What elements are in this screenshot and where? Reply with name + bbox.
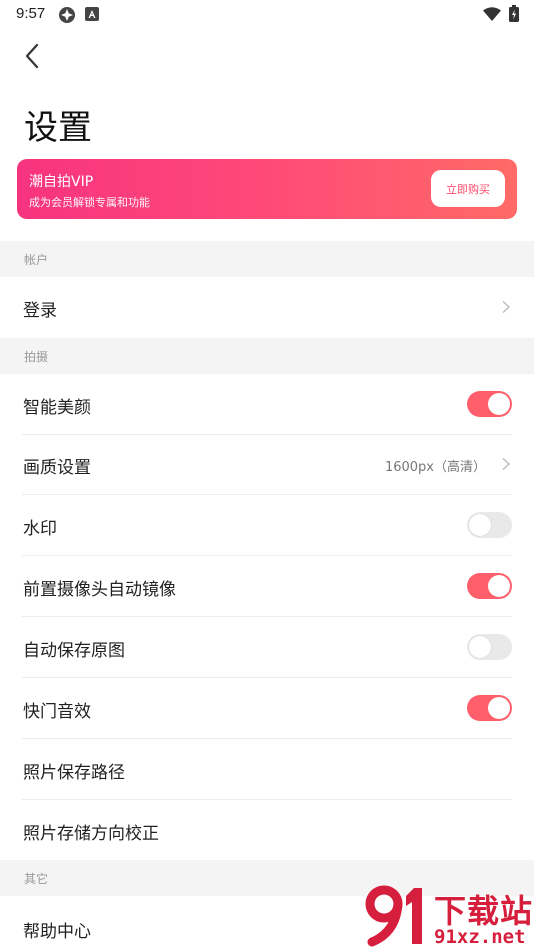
row-label: 前置摄像头自动镜像 — [23, 580, 176, 600]
settings-row-save-original[interactable]: 自动保存原图 — [0, 617, 534, 678]
settings-row-shutter-sound[interactable]: 快门音效 — [0, 678, 534, 739]
settings-row-front-mirror[interactable]: 前置摄像头自动镜像 — [0, 556, 534, 617]
vip-title: 潮自拍VIP — [29, 174, 94, 190]
chevron-right-icon — [502, 457, 511, 471]
vip-subtitle: 成为会员解锁专属和功能 — [29, 196, 150, 209]
battery-icon — [509, 5, 519, 27]
site-logo-icon — [365, 885, 422, 947]
settings-row-login[interactable]: 登录 — [0, 277, 534, 338]
chevron-right-icon — [502, 300, 511, 314]
section-header-shooting: 拍摄 — [0, 338, 534, 374]
row-label: 帮助中心 — [23, 922, 91, 942]
page-title: 设置 — [24, 108, 92, 148]
settings-app-icon — [58, 6, 76, 29]
site-watermark: 下载站 91xz.net — [362, 882, 534, 950]
row-label: 水印 — [23, 519, 57, 539]
watermark-url: 91xz.net — [434, 926, 526, 948]
smart-beauty-toggle[interactable] — [467, 391, 512, 417]
save-original-toggle[interactable] — [467, 634, 512, 660]
row-label: 照片保存路径 — [23, 763, 125, 783]
settings-row-save-path[interactable]: 照片保存路径 — [0, 739, 534, 800]
wifi-icon — [483, 7, 501, 26]
settings-row-watermark[interactable]: 水印 — [0, 495, 534, 556]
front-mirror-toggle[interactable] — [467, 573, 512, 599]
shutter-sound-toggle[interactable] — [467, 695, 512, 721]
settings-row-quality[interactable]: 画质设置 1600px（高清） — [0, 434, 534, 495]
vip-banner[interactable]: 潮自拍VIP 成为会员解锁专属和功能 立即购买 — [17, 159, 517, 219]
row-label: 登录 — [23, 301, 57, 321]
section-header-account: 帐户 — [0, 241, 534, 277]
settings-row-orientation-fix[interactable]: 照片存储方向校正 — [0, 800, 534, 861]
row-label: 自动保存原图 — [23, 641, 125, 661]
section-title: 其它 — [24, 872, 49, 886]
section-title: 拍摄 — [24, 350, 49, 364]
status-time: 9:57 — [16, 5, 46, 22]
row-label: 照片存储方向校正 — [23, 824, 159, 844]
chevron-left-icon — [25, 43, 39, 69]
back-button[interactable] — [14, 38, 50, 74]
row-label: 智能美颜 — [23, 398, 91, 418]
row-label: 快门音效 — [23, 702, 91, 722]
status-bar: 9:57 — [0, 0, 534, 28]
settings-row-smart-beauty[interactable]: 智能美颜 — [0, 374, 534, 435]
row-label: 画质设置 — [23, 458, 91, 478]
quality-value: 1600px（高清） — [384, 460, 486, 475]
section-title: 帐户 — [24, 253, 49, 267]
watermark-toggle[interactable] — [467, 512, 512, 538]
buy-now-button[interactable]: 立即购买 — [431, 170, 505, 207]
app-a-icon — [85, 7, 99, 26]
